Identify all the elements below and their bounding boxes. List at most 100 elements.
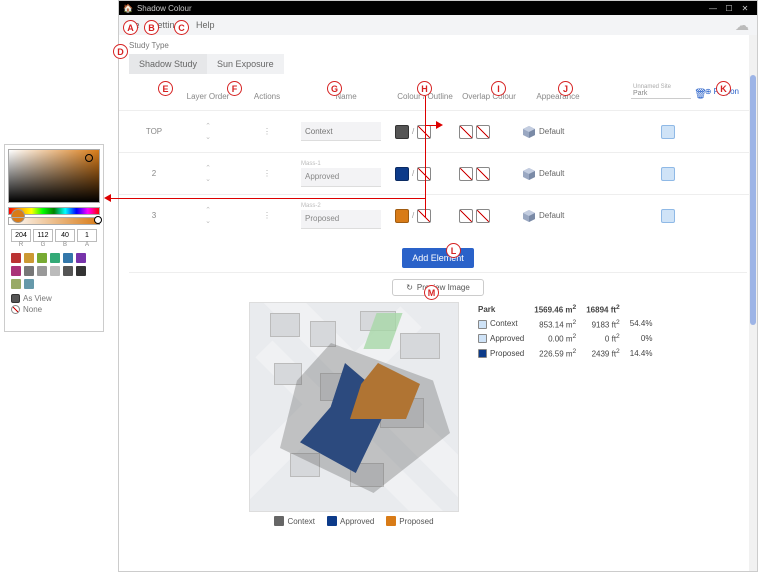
stats-row: Context 853.14 m2 9183 ft2 54.4% xyxy=(473,317,657,332)
colour-swatch[interactable] xyxy=(395,209,409,223)
picker-a-input[interactable] xyxy=(77,229,97,242)
color-picker-panel[interactable]: R G B A As View None xyxy=(4,144,104,332)
layer-row: 2 ⌃⌄ ⋮ Mass-1 / Default xyxy=(119,152,757,194)
annotation-L: L xyxy=(446,243,461,258)
picker-g-input[interactable] xyxy=(33,229,53,242)
picker-swatch[interactable] xyxy=(76,253,86,263)
picker-r-input[interactable] xyxy=(11,229,31,242)
site-name-field[interactable]: Unnamed Site Park xyxy=(631,83,691,99)
stats-swatch xyxy=(478,349,487,358)
menubar: File Settings Help ☁ xyxy=(119,15,757,35)
picker-swatch[interactable] xyxy=(37,253,47,263)
minimize-button[interactable]: — xyxy=(705,4,721,13)
cube-icon xyxy=(523,168,535,180)
scrollbar-thumb[interactable] xyxy=(750,75,756,325)
picker-g-label: G xyxy=(33,242,53,248)
picker-swatch[interactable] xyxy=(11,253,21,263)
reorder-arrows[interactable]: ⌃⌄ xyxy=(183,122,233,141)
annotation-G: G xyxy=(327,81,342,96)
layer-name-input[interactable] xyxy=(301,168,381,187)
picker-swatch[interactable] xyxy=(50,253,60,263)
name-prefix: Mass-2 xyxy=(301,203,391,209)
row-actions-menu[interactable]: ⋮ xyxy=(237,127,297,136)
reorder-arrows[interactable]: ⌃⌄ xyxy=(183,164,233,183)
row-order: TOP xyxy=(129,127,179,136)
picker-swatch[interactable] xyxy=(24,253,34,263)
layer-name-input[interactable] xyxy=(301,122,381,141)
maximize-button[interactable]: ☐ xyxy=(721,4,737,13)
overlap-colour-swatch[interactable] xyxy=(459,167,473,181)
overlap-colour-swatch[interactable] xyxy=(459,125,473,139)
annotation-I: I xyxy=(491,81,506,96)
tab-sun-exposure[interactable]: Sun Exposure xyxy=(207,54,284,74)
picker-swatch[interactable] xyxy=(11,279,21,289)
annotation-M: M xyxy=(424,285,439,300)
appearance-value[interactable]: Default xyxy=(539,127,564,136)
titlebar: 🏠 Shadow Colour — ☐ ✕ xyxy=(119,1,757,15)
scrollbar[interactable] xyxy=(749,35,757,571)
row-order: 2 xyxy=(129,169,179,178)
name-prefix: Mass-1 xyxy=(301,161,391,167)
region-swatch[interactable] xyxy=(661,209,675,223)
picker-alpha-slider[interactable] xyxy=(8,217,100,225)
annotation-C: C xyxy=(174,20,189,35)
stats-row: Proposed 226.59 m2 2439 ft2 14.4% xyxy=(473,346,657,361)
legend-item: Proposed xyxy=(386,516,433,526)
stats-swatch xyxy=(478,320,487,329)
menu-help[interactable]: Help xyxy=(196,20,215,30)
picker-cursor[interactable] xyxy=(85,154,93,162)
study-tabs: Shadow Study Sun Exposure xyxy=(129,54,747,74)
close-button[interactable]: ✕ xyxy=(737,4,753,13)
annotation-arrowhead xyxy=(104,194,111,202)
picker-swatch[interactable] xyxy=(63,253,73,263)
add-element-button[interactable]: Add Element xyxy=(402,248,474,268)
overlap-outline-swatch[interactable] xyxy=(476,125,490,139)
layer-name-input[interactable] xyxy=(301,210,381,229)
picker-saturation-box[interactable] xyxy=(8,149,100,203)
appearance-value[interactable]: Default xyxy=(539,169,564,178)
col-name: Name xyxy=(301,92,391,101)
window-title: Shadow Colour xyxy=(137,4,192,13)
overlap-colour-swatch[interactable] xyxy=(459,209,473,223)
region-swatch[interactable] xyxy=(661,167,675,181)
chevron-down-icon[interactable]: ⌄ xyxy=(205,133,211,141)
overlap-outline-swatch[interactable] xyxy=(476,209,490,223)
col-actions: Actions xyxy=(237,92,297,101)
picker-swatch[interactable] xyxy=(24,279,34,289)
app-logo-icon: 🏠 xyxy=(123,4,133,13)
chevron-up-icon[interactable]: ⌃ xyxy=(205,164,211,172)
appearance-value[interactable]: Default xyxy=(539,211,564,220)
picker-none[interactable]: None xyxy=(5,303,103,316)
chevron-down-icon[interactable]: ⌄ xyxy=(205,217,211,225)
stats-swatch xyxy=(478,334,487,343)
picker-swatch[interactable] xyxy=(37,266,47,276)
picker-alpha-handle[interactable] xyxy=(94,216,102,224)
colour-swatch[interactable] xyxy=(395,167,409,181)
chevron-down-icon[interactable]: ⌄ xyxy=(205,175,211,183)
picker-swatch[interactable] xyxy=(50,266,60,276)
picker-as-view[interactable]: As View xyxy=(5,294,103,303)
row-actions-menu[interactable]: ⋮ xyxy=(237,211,297,220)
tab-shadow-study[interactable]: Shadow Study xyxy=(129,54,207,74)
picker-swatch[interactable] xyxy=(24,266,34,276)
chevron-up-icon[interactable]: ⌃ xyxy=(205,206,211,214)
overlap-outline-swatch[interactable] xyxy=(476,167,490,181)
col-appearance: Appearance xyxy=(523,92,593,101)
row-actions-menu[interactable]: ⋮ xyxy=(237,169,297,178)
row-order: 3 xyxy=(129,211,179,220)
chevron-up-icon[interactable]: ⌃ xyxy=(205,122,211,130)
picker-b-input[interactable] xyxy=(55,229,75,242)
picker-swatch-grid xyxy=(5,248,103,294)
annotation-A: A xyxy=(123,20,138,35)
picker-swatch[interactable] xyxy=(63,266,73,276)
picker-b-label: B xyxy=(55,242,75,248)
annotation-F: F xyxy=(227,81,242,96)
cloud-icon[interactable]: ☁ xyxy=(735,17,749,34)
cube-icon xyxy=(523,210,535,222)
region-swatch[interactable] xyxy=(661,125,675,139)
picker-swatch[interactable] xyxy=(76,266,86,276)
annotation-J: J xyxy=(558,81,573,96)
reorder-arrows[interactable]: ⌃⌄ xyxy=(183,206,233,225)
colour-swatch[interactable] xyxy=(395,125,409,139)
picker-swatch[interactable] xyxy=(11,266,21,276)
